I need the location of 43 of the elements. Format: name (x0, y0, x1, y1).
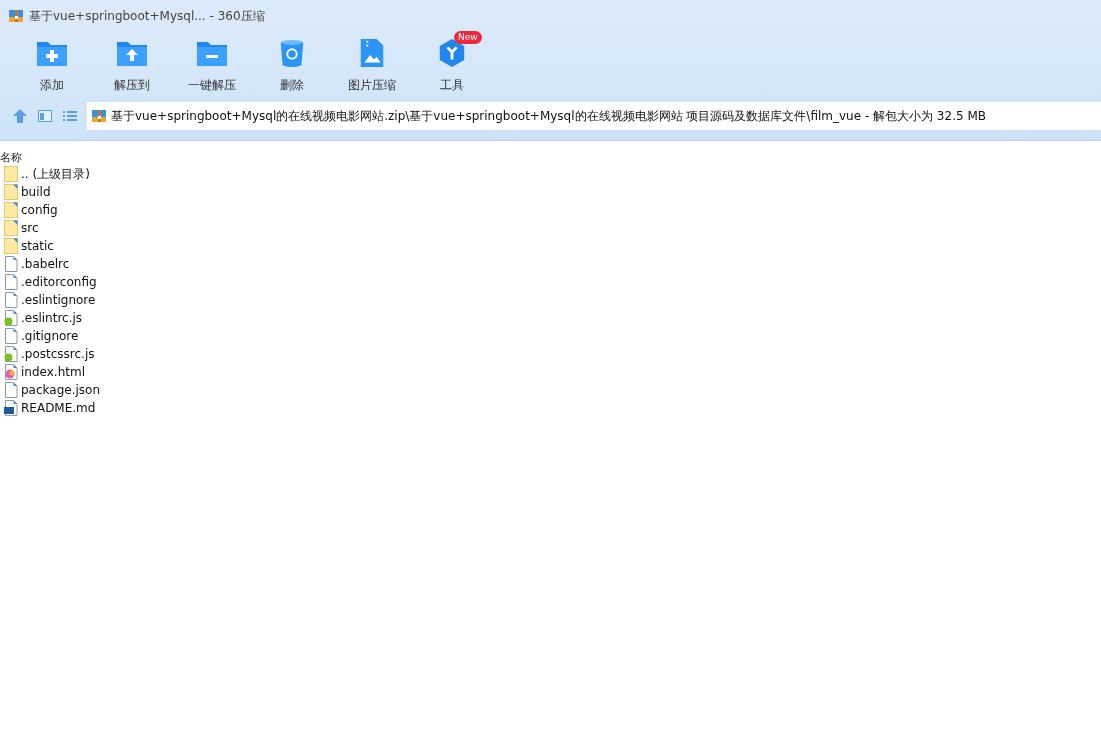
file-name[interactable]: .postcssrc.js (21, 347, 95, 361)
toolbar-button[interactable]: 一键解压 (172, 32, 252, 100)
folder-icon (4, 238, 18, 254)
document-icon (4, 292, 18, 308)
script-file-icon (4, 310, 18, 326)
toolbar-button[interactable]: 添加 (12, 32, 92, 100)
folder-icon (4, 220, 18, 236)
file-name[interactable]: static (21, 239, 54, 253)
toolbar-button[interactable]: 解压到 (92, 32, 172, 100)
window-view-icon[interactable] (37, 108, 53, 124)
list-view-icon[interactable] (62, 108, 78, 124)
archive-icon (8, 8, 24, 24)
document-icon (4, 382, 18, 398)
file-name[interactable]: build (21, 185, 51, 199)
file-name[interactable]: src (21, 221, 39, 235)
file-name[interactable]: .babelrc (21, 257, 70, 271)
file-name[interactable]: .eslintrc.js (21, 311, 83, 325)
file-name[interactable]: .eslintignore (21, 293, 96, 307)
folder-icon (4, 202, 18, 218)
folder-icon (4, 184, 18, 200)
window-title: 基于vue+springboot+Mysql... - 360压缩 (29, 7, 265, 25)
markdown-file-icon (4, 400, 18, 416)
up-arrow-icon[interactable] (12, 108, 28, 124)
folder-icon (4, 166, 18, 182)
toolbar-button[interactable]: 图片压缩 (332, 32, 412, 100)
toolbar-button[interactable]: 删除 (252, 32, 332, 100)
document-icon (4, 274, 18, 290)
file-name[interactable]: .. (上级目录) (21, 165, 90, 183)
file-name[interactable]: .gitignore (21, 329, 79, 343)
file-name[interactable]: index.html (21, 365, 85, 379)
new-badge: New (454, 31, 482, 44)
toolbar-button[interactable]: New 工具 (412, 32, 492, 100)
html-file-icon (4, 364, 18, 380)
file-name[interactable]: config (21, 203, 58, 217)
document-icon (4, 328, 18, 344)
file-name[interactable]: README.md (21, 401, 96, 415)
document-icon (4, 256, 18, 272)
archive-icon (91, 108, 107, 124)
column-header[interactable]: 名称 (0, 149, 22, 165)
script-file-icon (4, 346, 18, 362)
file-name[interactable]: .editorconfig (21, 275, 97, 289)
address-field[interactable]: 基于vue+springboot+Mysql的在线视频电影网站.zip\基于vue+springboot+Mysql的在线视频电影网站 项目源码及数据库文件\film_vue - 解包大小为 32.5 MB (87, 102, 1101, 130)
file-name[interactable]: package.json (21, 383, 100, 397)
